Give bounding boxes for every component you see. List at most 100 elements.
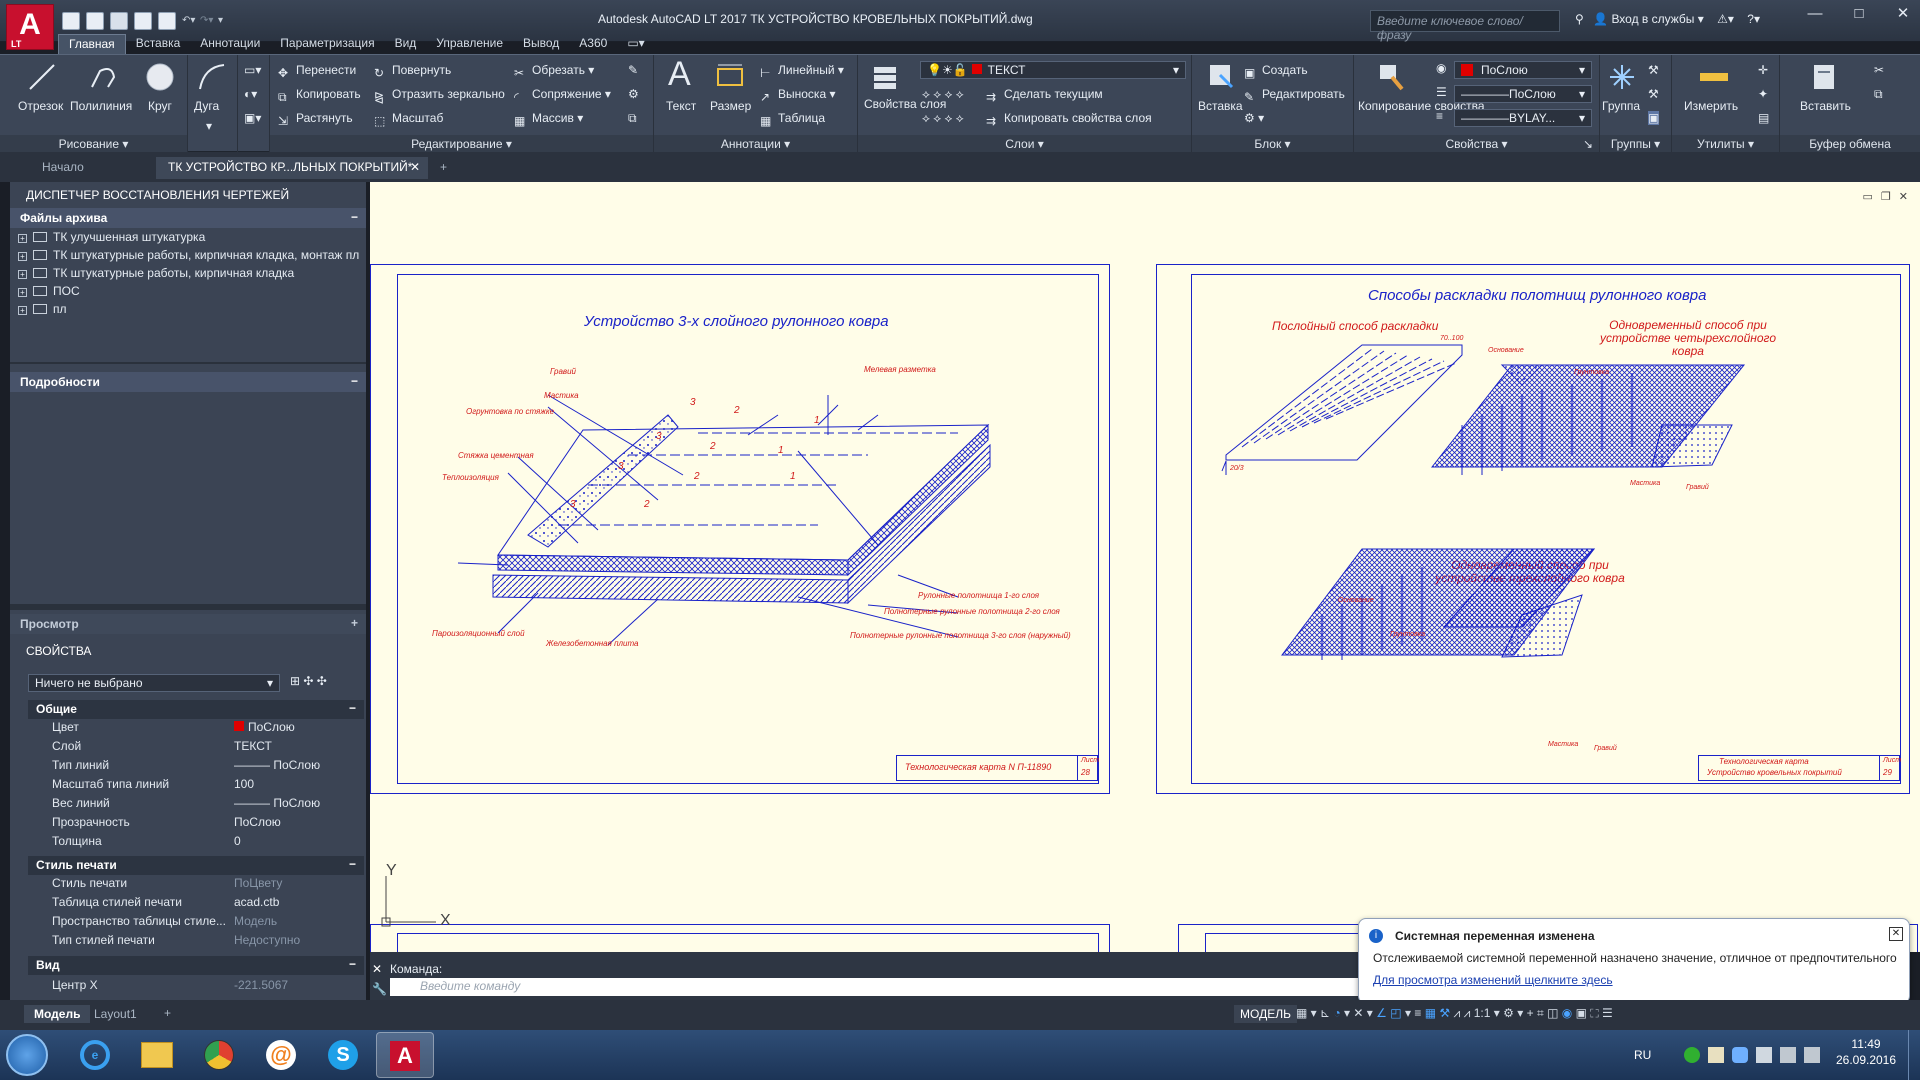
panel-modify-title[interactable]: Редактирование ▾ xyxy=(270,135,653,153)
ribbon-extra-icon[interactable]: ▭▾ xyxy=(617,34,654,54)
tab-manage[interactable]: Управление xyxy=(426,34,513,54)
array-button[interactable]: ▦ Массив ▾ xyxy=(514,111,583,128)
view-section[interactable]: Вид − xyxy=(28,956,364,975)
panel-utilities-title[interactable]: Утилиты ▾ xyxy=(1672,135,1779,153)
block-attr-icon[interactable]: ⚙ ▾ xyxy=(1244,111,1264,125)
close-icon[interactable]: ✕ xyxy=(1892,4,1914,24)
prop-row[interactable]: Центр X -221.5067 xyxy=(28,978,364,992)
panel-draw-title[interactable]: Рисование ▾ xyxy=(0,135,187,153)
lineweight-combo[interactable]: ————BYLAY... ▾ xyxy=(1454,109,1592,127)
panel-groups-title[interactable]: Группы ▾ xyxy=(1600,135,1671,153)
panel-block-title[interactable]: Блок ▾ xyxy=(1192,135,1353,153)
measure-button[interactable]: Измерить xyxy=(1684,99,1738,113)
prop-row[interactable]: Цвет ПоСлою xyxy=(28,720,364,739)
drawing-canvas[interactable]: ▭ ❐ ✕ Устройство 3-х слойного рулонного … xyxy=(370,182,1920,952)
mail-agent-icon[interactable]: @ xyxy=(252,1032,310,1078)
point-icon[interactable]: ✛ xyxy=(1758,63,1768,77)
tree-item[interactable]: + ТК штукатурные работы, кирпичная кладка… xyxy=(18,248,359,262)
new-tab-icon[interactable]: + xyxy=(434,157,458,179)
panel-annotation-title[interactable]: Аннотации ▾ xyxy=(654,135,857,153)
tab-output[interactable]: Вывод xyxy=(513,34,569,54)
move-button[interactable]: ✥ Перенести xyxy=(278,63,356,80)
linear-button[interactable]: ⊢ Линейный ▾ xyxy=(760,63,844,80)
table-button[interactable]: ▦ Таблица xyxy=(760,111,825,128)
undo-icon[interactable]: ↶▾ xyxy=(182,15,195,27)
start-button[interactable] xyxy=(6,1034,48,1076)
region-icon[interactable]: ▣▾ xyxy=(244,111,261,125)
mirror-button[interactable]: ⧎ Отразить зеркально xyxy=(374,87,505,104)
skype-icon[interactable]: S xyxy=(314,1032,372,1078)
help-icon[interactable]: ?▾ xyxy=(1747,12,1760,26)
tab-annotate[interactable]: Аннотации xyxy=(190,34,270,54)
prop-row[interactable]: Таблица стилей печати acad.ctb xyxy=(28,895,364,914)
make-current-button[interactable]: ⇉ Сделать текущим xyxy=(986,87,1103,104)
explode-icon[interactable]: ⚙ xyxy=(628,87,639,101)
new-file-icon[interactable] xyxy=(62,12,80,30)
color-combo[interactable]: ПоСлою ▾ xyxy=(1454,61,1592,79)
tab-home[interactable]: Главная xyxy=(58,34,126,54)
panel-clipboard-title[interactable]: Буфер обмена xyxy=(1780,135,1920,153)
exchange-icon[interactable]: ⚠▾ xyxy=(1717,12,1734,26)
tree-item[interactable]: + ПОС xyxy=(18,284,80,298)
wrench-icon[interactable]: 🔧 xyxy=(372,982,387,996)
details-header[interactable]: Подробности − xyxy=(10,372,366,392)
tab-insert[interactable]: Вставка xyxy=(126,34,191,54)
notification-link[interactable]: Для просмотра изменений щелкните здесь xyxy=(1373,973,1613,987)
trim-button[interactable]: ✂ Обрезать ▾ xyxy=(514,63,594,80)
insert-block-button[interactable]: Вставка xyxy=(1198,99,1243,113)
stretch-button[interactable]: ⇲ Растянуть xyxy=(278,111,353,128)
tab-layout1[interactable]: Layout1 xyxy=(94,1007,137,1021)
locate-icon[interactable]: ✦ xyxy=(1758,87,1768,101)
tree-item[interactable]: + пл xyxy=(18,302,67,316)
ie-icon[interactable]: e xyxy=(66,1032,124,1078)
app-menu-button[interactable]: A LT xyxy=(6,4,54,50)
panel-properties-title[interactable]: Свойства ▾ ↘ xyxy=(1354,135,1599,153)
tree-item[interactable]: + ТК штукатурные работы, кирпичная кладка xyxy=(18,266,294,280)
close-cmd-icon[interactable]: ✕ xyxy=(372,962,382,976)
edit-block-button[interactable]: ✎ Редактировать xyxy=(1244,87,1345,104)
redo-icon[interactable]: ↷▾ xyxy=(200,15,213,27)
close-viewport-icon[interactable]: ✕ xyxy=(1899,190,1908,203)
close-icon[interactable]: ✕ xyxy=(1889,927,1903,941)
fillet-button[interactable]: ◜ Сопряжение ▾ xyxy=(514,87,611,104)
polyline-button[interactable]: Полилиния xyxy=(70,99,132,113)
explorer-icon[interactable] xyxy=(128,1032,186,1078)
tree-item[interactable]: + ТК улучшенная штукатурка xyxy=(18,230,205,244)
create-block-button[interactable]: ▣ Создать xyxy=(1244,63,1308,80)
status-toggles[interactable]: ▦ ▾ ⊾ ◔ ▾ ✕ ▾ ∠ ◰ ▾ ≡ ▦ ⚒ ⩘ ⩘ 1:1 ▾ ⚙ ▾ … xyxy=(1296,1006,1613,1021)
layer-tools-row2[interactable]: ⟡ ⟡ ⟡ ⟡ xyxy=(922,111,964,126)
restore-viewport-icon[interactable]: ❐ xyxy=(1881,190,1891,203)
prop-row[interactable]: Толщина 0 xyxy=(28,834,364,853)
layer-tools-row1[interactable]: ⟡ ⟡ ⟡ ⟡ xyxy=(922,87,964,102)
match-layer-button[interactable]: ⇉ Копировать свойства слоя xyxy=(986,111,1152,128)
maximize-icon[interactable]: □ xyxy=(1848,4,1870,24)
model-space-button[interactable]: МОДЕЛЬ xyxy=(1234,1005,1297,1023)
prop-row[interactable]: Тип стилей печати Недоступно xyxy=(28,933,364,952)
sign-in-button[interactable]: ⚲ 👤 Вход в службы ▾ ⚠▾ ?▾ xyxy=(1575,12,1760,26)
save-as-icon[interactable] xyxy=(134,12,152,30)
tab-start[interactable]: Начало xyxy=(30,157,96,179)
save-icon[interactable] xyxy=(110,12,128,30)
hatch-icon[interactable]: ◐▾ xyxy=(244,87,257,101)
offset-icon[interactable]: ⧉ xyxy=(628,111,637,126)
rectangle-icon[interactable]: ▭▾ xyxy=(244,63,261,77)
circle-button[interactable]: Круг xyxy=(148,99,172,113)
layer-combo[interactable]: 💡☀🔓 ТЕКСТ ▾ xyxy=(920,61,1186,79)
tab-current-drawing[interactable]: ТК УСТРОЙСТВО КР...ЛЬНЫХ ПОКРЫТИЙ* ✕ xyxy=(156,157,428,179)
dimension-button[interactable]: Размер xyxy=(710,99,751,113)
prop-row[interactable]: Масштаб типа линий 100 xyxy=(28,777,364,796)
minimize-icon[interactable]: — xyxy=(1804,4,1826,24)
group-edit-icon[interactable]: ⚒ xyxy=(1648,87,1659,101)
ungroup-icon[interactable]: ⚒ xyxy=(1648,63,1659,77)
panel-layers-title[interactable]: Слои ▾ xyxy=(858,135,1191,153)
minimize-viewport-icon[interactable]: ▭ xyxy=(1863,190,1873,203)
text-button[interactable]: Текст xyxy=(666,99,696,113)
archive-header[interactable]: Файлы архива − xyxy=(10,208,366,228)
qat-menu-icon[interactable]: ▾ xyxy=(218,15,230,27)
copy-button[interactable]: ⧉ Копировать xyxy=(278,87,361,104)
search-input[interactable]: Введите ключевое слово/фразу xyxy=(1370,10,1560,42)
show-desktop-button[interactable] xyxy=(1908,1030,1920,1080)
command-input[interactable]: Введите команду xyxy=(390,978,1366,996)
tab-view[interactable]: Вид xyxy=(385,34,427,54)
calc-icon[interactable]: ▤ xyxy=(1758,111,1769,125)
